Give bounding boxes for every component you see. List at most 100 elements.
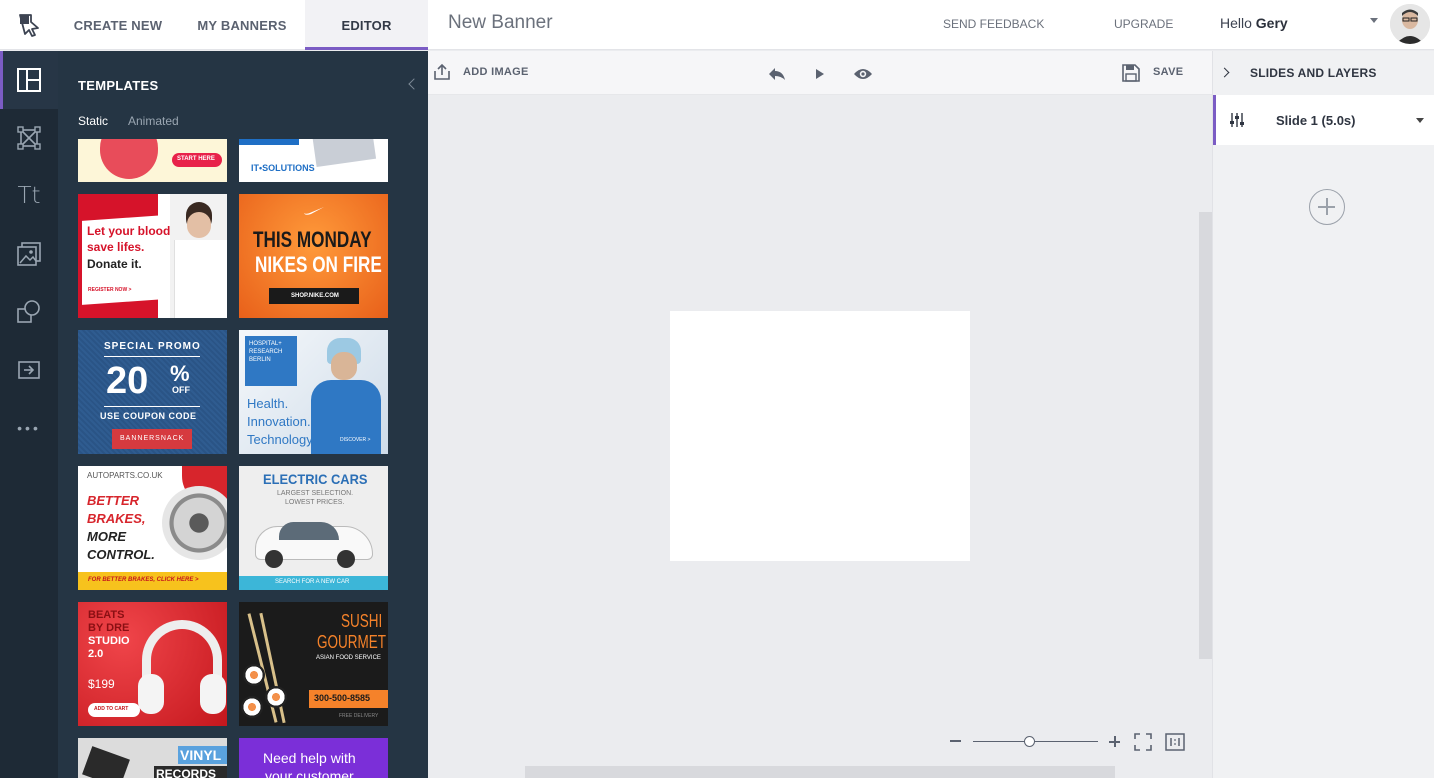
banner-artboard[interactable] (670, 311, 970, 561)
crop-icon (17, 126, 41, 150)
template-ecars-sub1: LARGEST SELECTION. (277, 490, 354, 497)
bannersnack-logo-icon (19, 14, 39, 37)
fit-actual-size-icon[interactable] (1165, 733, 1185, 751)
template-autoparts-line1: BETTER (87, 493, 139, 508)
logo[interactable] (0, 0, 58, 50)
template-nike-cta: SHOP.NIKE.COM (291, 293, 339, 299)
template-beats-line4: 2.0 (88, 648, 104, 660)
slides-layers-header[interactable]: SLIDES AND LAYERS (1213, 51, 1434, 95)
tab-static[interactable]: Static (78, 114, 108, 128)
banner-title[interactable]: New Banner (448, 12, 553, 34)
template-autoparts-cta: FOR BETTER BRAKES, CLICK HERE > (88, 577, 199, 583)
rail-more-button[interactable]: ••• (0, 399, 58, 457)
template-sushi-line3: ASIAN FOOD SERVICE (316, 655, 381, 661)
template-hospital-line1: Health. (247, 396, 289, 411)
tab-editor[interactable]: EDITOR (305, 0, 428, 50)
caret-down-icon[interactable] (1416, 118, 1424, 123)
template-ecars-cta: SEARCH FOR A NEW CAR (275, 579, 350, 585)
tab-my-banners[interactable]: MY BANNERS (178, 0, 306, 50)
undo-icon[interactable] (767, 66, 787, 82)
shapes-icon (17, 300, 40, 323)
rail-shapes-button[interactable] (0, 283, 58, 341)
user-menu[interactable]: Hello Gery (1220, 15, 1288, 31)
template-sushi[interactable]: SUSHI GOURMET ASIAN FOOD SERVICE 300-500… (239, 602, 388, 726)
play-icon[interactable] (815, 68, 825, 80)
preview-eye-icon[interactable] (853, 67, 873, 81)
top-bar: CREATE NEW MY BANNERS EDITOR New Banner … (0, 0, 1434, 50)
slides-layers-title: SLIDES AND LAYERS (1250, 66, 1377, 80)
avatar[interactable] (1390, 4, 1430, 44)
template-fitness[interactable]: START HERE (78, 139, 227, 182)
template-autoparts[interactable]: AUTOPARTS.CO.UK BETTER BRAKES, MORE CONT… (78, 466, 227, 590)
template-blood-cta: REGISTER NOW > (88, 287, 132, 293)
template-promo-line1: SPECIAL PROMO (104, 341, 201, 352)
template-nike[interactable]: THIS MONDAY NIKES ON FIRE SHOP.NIKE.COM (239, 194, 388, 318)
tool-rail: Tt ••• (0, 51, 58, 778)
zoom-in-button[interactable] (1109, 736, 1120, 747)
send-feedback-link[interactable]: SEND FEEDBACK (943, 17, 1044, 31)
horizontal-scrollbar[interactable] (525, 766, 1115, 778)
tab-editor-label: EDITOR (341, 17, 392, 33)
template-hospital[interactable]: HOSPITAL+ RESEARCH BERLIN Health. Innova… (239, 330, 388, 454)
template-autoparts-site: AUTOPARTS.CO.UK (87, 471, 163, 480)
tab-create-new[interactable]: CREATE NEW (58, 0, 178, 50)
add-image-button[interactable]: ADD IMAGE (428, 51, 538, 95)
user-name: Gery (1255, 15, 1288, 31)
fullscreen-icon[interactable] (1134, 733, 1152, 751)
chevron-right-icon (1219, 67, 1230, 78)
save-button[interactable]: SAVE (1118, 51, 1212, 95)
slide-label: Slide 1 (5.0s) (1276, 113, 1356, 128)
template-nike-line1: THIS MONDAY (253, 227, 372, 252)
template-promo-off: OFF (172, 385, 190, 395)
template-beats-line1: BEATS (88, 609, 125, 621)
zoom-slider[interactable] (973, 741, 1098, 742)
greeting-text: Hello (1220, 15, 1252, 31)
slide-settings-sliders-icon[interactable] (1229, 112, 1245, 128)
template-vinyl[interactable]: VINYL RECORDS (78, 738, 227, 778)
template-it-solutions[interactable]: IT•SOLUTIONS (239, 139, 388, 182)
template-blood-line1: Let your blood (87, 224, 171, 238)
rail-crop-button[interactable] (0, 109, 58, 167)
template-hospital-line2: Innovation. (247, 414, 311, 429)
template-electric-cars[interactable]: ELECTRIC CARS LARGEST SELECTION. LOWEST … (239, 466, 388, 590)
template-vinyl-line2: RECORDS (156, 767, 217, 778)
template-autoparts-line3: MORE (87, 529, 126, 544)
text-icon: Tt (17, 183, 41, 209)
more-icon: ••• (17, 420, 41, 436)
add-slide-button[interactable] (1309, 189, 1345, 225)
upgrade-link[interactable]: UPGRADE (1114, 17, 1173, 31)
rail-templates-button[interactable] (0, 51, 58, 109)
template-ecars-sub2: LOWEST PRICES. (285, 499, 345, 506)
vertical-scrollbar[interactable] (1199, 212, 1212, 659)
template-beats-price: $199 (88, 677, 115, 691)
template-beats[interactable]: BEATS BY DRE STUDIO 2.0 $199 ADD TO CART (78, 602, 227, 726)
zoom-out-button[interactable] (950, 740, 961, 742)
tab-animated[interactable]: Animated (128, 114, 179, 128)
template-blood-line3: Donate it. (87, 257, 142, 271)
template-need-help[interactable]: Need help with your customer (239, 738, 388, 778)
template-special-promo[interactable]: SPECIAL PROMO 20 % OFF USE COUPON CODE B… (78, 330, 227, 454)
template-beats-line2: BY DRE (88, 622, 130, 634)
canvas-toolbar: ADD IMAGE SAVE (428, 51, 1212, 95)
template-beats-cta: ADD TO CART (94, 706, 129, 712)
chevron-down-icon[interactable] (1370, 18, 1378, 23)
template-autoparts-line2: BRAKES, (87, 511, 146, 526)
template-hospital-badge3: BERLIN (249, 357, 271, 363)
templates-panel: TEMPLATES Static Animated START HERE IT•… (58, 51, 428, 778)
rail-text-button[interactable]: Tt (0, 167, 58, 225)
chevron-left-icon[interactable] (408, 78, 420, 90)
rail-import-button[interactable] (0, 341, 58, 399)
template-promo-line2: USE COUPON CODE (100, 411, 197, 421)
plus-icon-stroke (1114, 736, 1116, 747)
template-help-line1: Need help with (263, 750, 356, 766)
template-blood-donation[interactable]: Let your blood save lifes. Donate it. RE… (78, 194, 227, 318)
user-avatar-icon (1390, 4, 1430, 44)
zoom-slider-handle[interactable] (1023, 736, 1035, 747)
rail-image-button[interactable] (0, 225, 58, 283)
template-hospital-line3: Technology (247, 432, 313, 447)
template-beats-line3: STUDIO (88, 635, 130, 647)
slide-item[interactable]: Slide 1 (5.0s) (1213, 95, 1434, 145)
image-icon (17, 242, 41, 266)
template-it-text: IT•SOLUTIONS (251, 163, 315, 173)
template-ecars-title: ELECTRIC CARS (263, 471, 368, 487)
